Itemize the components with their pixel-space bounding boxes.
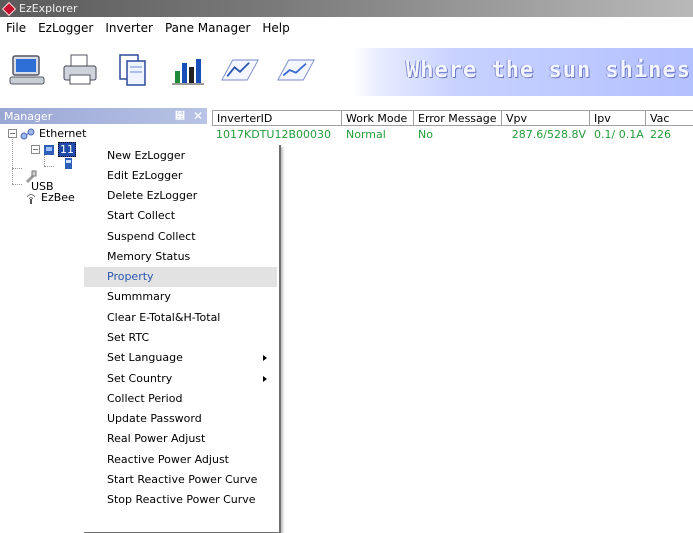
inverter-icon <box>65 158 72 169</box>
menu-item-set-country-label: Set Country <box>107 372 173 385</box>
menu-item-set-rtc[interactable]: Set RTC <box>84 328 277 348</box>
menu-item-collect-period[interactable]: Collect Period <box>84 389 277 409</box>
tree-node-ezbee[interactable]: EzBee <box>24 190 75 204</box>
line-chart-icon <box>221 59 259 81</box>
printer-button[interactable] <box>60 52 100 88</box>
tree-node-inverter[interactable] <box>64 158 73 170</box>
submenu-arrow-icon <box>263 376 267 382</box>
menu-item-real-power-adjust[interactable]: Real Power Adjust <box>84 429 277 449</box>
column-vac[interactable]: Vac <box>646 110 693 126</box>
column-inverter-id[interactable]: InverterID <box>212 110 342 126</box>
cell-error-message: No <box>418 128 433 141</box>
tree-node-device[interactable]: − 11 <box>31 142 76 157</box>
banner: Where the sun shines, th <box>352 48 693 96</box>
cell-ipv: 0.1/ 0.1A <box>594 128 644 141</box>
inverter-grid: InverterID Work Mode Error Message Vpv I… <box>212 108 693 533</box>
title-bar[interactable]: EzExplorer <box>0 0 693 17</box>
menu-ezlogger[interactable]: EzLogger <box>32 21 99 35</box>
printer-icon <box>63 54 97 85</box>
column-error-message[interactable]: Error Message <box>414 110 502 126</box>
submenu-arrow-icon <box>263 355 267 361</box>
line-chart-icon <box>277 59 315 81</box>
app-icon <box>1 1 17 16</box>
cell-vpv: 287.6/528.8V <box>511 128 586 141</box>
menu-item-suspend-collect[interactable]: Suspend Collect <box>84 227 277 247</box>
computer-button[interactable] <box>8 52 48 88</box>
menu-item-property[interactable]: Property <box>84 267 277 287</box>
tree-line <box>12 184 22 185</box>
menu-item-set-language[interactable]: Set Language <box>84 348 277 368</box>
tree-node-ethernet[interactable]: − Ethernet <box>8 127 86 140</box>
line-chart-button-2[interactable] <box>276 52 316 88</box>
column-ipv[interactable]: Ipv <box>590 110 646 126</box>
menu-item-delete-ezlogger[interactable]: Delete EzLogger <box>84 186 277 206</box>
collapse-icon[interactable]: − <box>8 129 17 138</box>
cell-inverter-id: 1017KDTU12B00030 <box>216 128 331 141</box>
documents-icon <box>119 54 146 86</box>
menu-help[interactable]: Help <box>256 21 295 35</box>
tree-label-ezbee: EzBee <box>41 190 75 204</box>
menu-bar: File EzLogger Inverter Pane Manager Help <box>0 17 693 39</box>
menu-item-set-country[interactable]: Set Country <box>84 369 277 389</box>
tree-label-device: 11 <box>58 142 76 157</box>
window-title: EzExplorer <box>19 2 78 15</box>
menu-pane-manager[interactable]: Pane Manager <box>159 21 256 35</box>
documents-button[interactable] <box>113 52 153 88</box>
menu-item-reactive-power-adjust[interactable]: Reactive Power Adjust <box>84 450 277 470</box>
cell-vac: 226 <box>650 128 671 141</box>
tree-node-usb[interactable]: USB <box>24 170 64 193</box>
menu-item-edit-ezlogger[interactable]: Edit EzLogger <box>84 166 277 186</box>
menu-item-start-collect[interactable]: Start Collect <box>84 206 277 226</box>
logger-device-icon <box>44 144 54 155</box>
banner-text: Where the sun shines, th <box>406 58 693 83</box>
network-icon <box>20 128 35 139</box>
menu-item-new-ezlogger[interactable]: New EzLogger <box>84 146 277 166</box>
bar-chart-button[interactable] <box>167 52 207 88</box>
bar-chart-icon <box>172 59 204 85</box>
wireless-icon <box>26 194 36 204</box>
close-icon[interactable]: ✕ <box>193 109 203 123</box>
cell-work-mode: Normal <box>346 128 386 141</box>
line-chart-button[interactable] <box>220 52 260 88</box>
column-vpv[interactable]: Vpv <box>502 110 590 126</box>
menu-inverter[interactable]: Inverter <box>99 21 159 35</box>
manager-pane-header: Manager ੼ ✕ <box>0 108 207 124</box>
collapse-icon[interactable]: − <box>31 145 40 154</box>
menu-item-clear-totals[interactable]: Clear E-Total&H-Total <box>84 308 277 328</box>
grid-header: InverterID Work Mode Error Message Vpv I… <box>212 110 693 128</box>
menu-item-summmary[interactable]: Summmary <box>84 287 277 307</box>
tree-label-ethernet: Ethernet <box>39 127 87 140</box>
column-work-mode[interactable]: Work Mode <box>342 110 414 126</box>
menu-item-start-reactive-power-curve[interactable]: Start Reactive Power Curve <box>84 470 277 490</box>
toolbar: Where the sun shines, th <box>0 39 693 101</box>
context-menu: New EzLogger Edit EzLogger Delete EzLogg… <box>84 145 281 533</box>
tree-line <box>12 134 13 184</box>
menu-item-set-language-label: Set Language <box>107 351 183 364</box>
tree-line <box>44 166 54 167</box>
tree-line <box>12 168 22 169</box>
menu-item-stop-reactive-power-curve[interactable]: Stop Reactive Power Curve <box>84 490 277 510</box>
manager-title: Manager <box>4 109 53 123</box>
pin-icon[interactable]: ੼ <box>175 111 185 122</box>
menu-file[interactable]: File <box>0 21 32 35</box>
menu-item-memory-status[interactable]: Memory Status <box>84 247 277 267</box>
computer-icon <box>9 55 45 85</box>
menu-item-update-password[interactable]: Update Password <box>84 409 277 429</box>
table-row[interactable]: 1017KDTU12B00030 Normal No 287.6/528.8V … <box>212 128 693 141</box>
